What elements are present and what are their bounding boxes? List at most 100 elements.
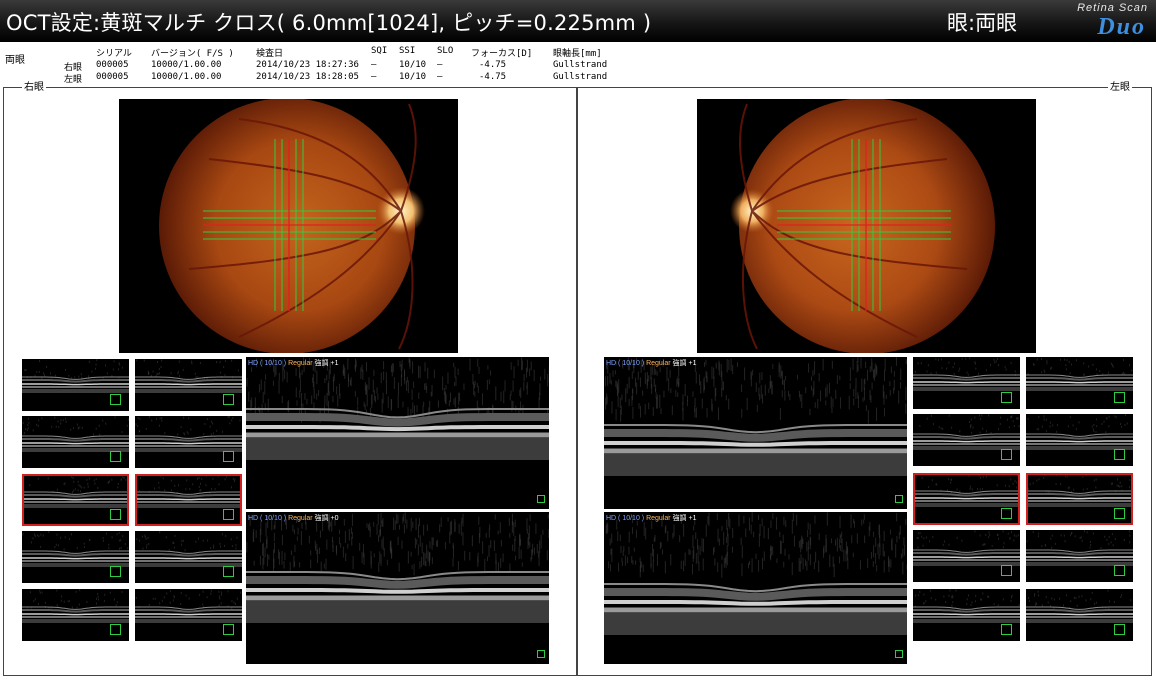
scan-position-marker [1114, 392, 1125, 403]
row-axial-length: Gullstrand [553, 72, 607, 82]
row-slo: — [437, 60, 442, 70]
retinal-layers [22, 492, 129, 506]
retinal-layers [135, 377, 242, 391]
scan-quality-label: HD ( 10/10 ) Regular 強調 +1 [606, 358, 696, 368]
hd-quality: HD ( 10/10 ) [606, 360, 644, 367]
retinal-layers [22, 377, 129, 391]
row-sqi: — [371, 60, 376, 70]
retinal-layers [22, 607, 129, 621]
left-eye-scan-thumbnail[interactable] [913, 414, 1020, 466]
row-ssi: 10/10 [399, 60, 426, 70]
left-eye-label: 左眼 [1108, 78, 1132, 93]
right-eye-scan-thumbnail[interactable] [22, 531, 129, 583]
right-eye-scan-thumbnail[interactable] [22, 589, 129, 641]
row-focus: -4.75 [479, 72, 506, 82]
scan-position-marker [1114, 565, 1125, 576]
enhancement-level: 強調 +0 [315, 515, 339, 522]
scan-position-marker [110, 624, 121, 635]
scan-position-marker [1001, 449, 1012, 460]
right-eye-scan-thumbnail[interactable] [22, 474, 129, 526]
scan-quality-label: HD ( 10/10 ) Regular 強調 +0 [248, 513, 338, 523]
scan-position-marker [1114, 449, 1125, 460]
hd-quality: HD ( 10/10 ) [248, 360, 286, 367]
right-eye-scan-thumbnail[interactable] [135, 474, 242, 526]
scan-position-marker [1001, 508, 1012, 519]
left-eye-vertical-scan[interactable]: HD ( 10/10 ) Regular 強調 +1 [604, 512, 907, 664]
retina-disc [739, 99, 995, 353]
left-eye-scan-thumbnail[interactable] [1026, 357, 1133, 409]
scan-position-marker [110, 509, 121, 520]
scan-position-marker [1114, 508, 1125, 519]
left-eye-horizontal-scan[interactable]: HD ( 10/10 ) Regular 強調 +1 [604, 357, 907, 509]
header-version: バージョン( F/S ) [151, 46, 234, 59]
row-sqi: — [371, 72, 376, 82]
right-eye-horizontal-scan[interactable]: HD ( 10/10 ) Regular 強調 +1 [246, 357, 549, 509]
retinal-layers [604, 584, 907, 624]
enhancement-level: 強調 +1 [673, 515, 697, 522]
left-eye-scan-thumbnail[interactable] [913, 530, 1020, 582]
scan-position-marker [1001, 565, 1012, 576]
right-eye-scan-thumbnail[interactable] [135, 589, 242, 641]
header-focus: フォーカス[D] [471, 46, 532, 59]
retinal-layers [913, 607, 1020, 621]
exam-info-table: シリアル バージョン( F/S ) 検査日 SQI SSI SLO フォーカス[… [0, 0, 1156, 87]
scan-position-marker [223, 566, 234, 577]
scan-quality-label: HD ( 10/10 ) Regular 強調 +1 [606, 513, 696, 523]
retinal-layers [135, 436, 242, 450]
scan-position-marker [1114, 624, 1125, 635]
scan-position-marker [1001, 392, 1012, 403]
left-eye-fundus-image[interactable] [697, 99, 1036, 353]
right-eye-vertical-scan[interactable]: HD ( 10/10 ) Regular 強調 +0 [246, 512, 549, 664]
retinal-layers [913, 375, 1020, 389]
hd-quality: HD ( 10/10 ) [606, 515, 644, 522]
retinal-layers [22, 551, 129, 565]
left-eye-scan-thumbnail[interactable] [913, 357, 1020, 409]
left-eye-scan-thumbnail[interactable] [1026, 589, 1133, 641]
header-slo: SLO [437, 46, 453, 56]
right-eye-scan-thumbnail[interactable] [22, 416, 129, 468]
scan-mode: Regular [646, 360, 671, 367]
row-version: 10000/1.00.00 [151, 72, 221, 82]
row-eye: 左眼 [64, 72, 82, 85]
right-eye-scan-thumbnail[interactable] [135, 531, 242, 583]
row-ssi: 10/10 [399, 72, 426, 82]
retinal-layers [135, 492, 242, 506]
scan-position-marker [110, 566, 121, 577]
scan-position-marker [537, 650, 545, 658]
scan-position-marker [895, 650, 903, 658]
scan-mode: Regular [288, 515, 313, 522]
right-eye-fundus-image[interactable] [119, 99, 458, 353]
row-version: 10000/1.00.00 [151, 60, 221, 70]
scan-position-marker [223, 394, 234, 405]
row-serial: 000005 [96, 72, 129, 82]
left-eye-scan-thumbnail[interactable] [1026, 473, 1133, 525]
enhancement-level: 強調 +1 [673, 360, 697, 367]
retinal-layers [1026, 550, 1133, 564]
retinal-layers [135, 551, 242, 565]
retina-disc [159, 99, 415, 353]
header-ssi: SSI [399, 46, 415, 56]
scan-mode: Regular [646, 515, 671, 522]
scan-mode: Regular [288, 360, 313, 367]
right-eye-scan-thumbnail[interactable] [22, 359, 129, 411]
retinal-layers [913, 491, 1020, 505]
row-focus: -4.75 [479, 60, 506, 70]
left-eye-scan-thumbnail[interactable] [1026, 530, 1133, 582]
retinal-layers [1026, 375, 1133, 389]
row-date: 2014/10/23 18:28:05 [256, 72, 359, 82]
left-eye-scan-thumbnail[interactable] [913, 589, 1020, 641]
retinal-layers [1026, 607, 1133, 621]
header-axial-length: 眼軸長[mm] [553, 46, 602, 59]
retinal-layers [1026, 491, 1133, 505]
enhancement-level: 強調 +1 [315, 360, 339, 367]
right-eye-scan-thumbnail[interactable] [135, 416, 242, 468]
left-eye-scan-thumbnail[interactable] [913, 473, 1020, 525]
scan-position-marker [223, 624, 234, 635]
scan-position-marker [223, 451, 234, 462]
retinal-layers [246, 409, 549, 449]
row-serial: 000005 [96, 60, 129, 70]
retinal-layers [246, 572, 549, 612]
right-eye-scan-thumbnail[interactable] [135, 359, 242, 411]
retinal-layers [913, 550, 1020, 564]
left-eye-scan-thumbnail[interactable] [1026, 414, 1133, 466]
